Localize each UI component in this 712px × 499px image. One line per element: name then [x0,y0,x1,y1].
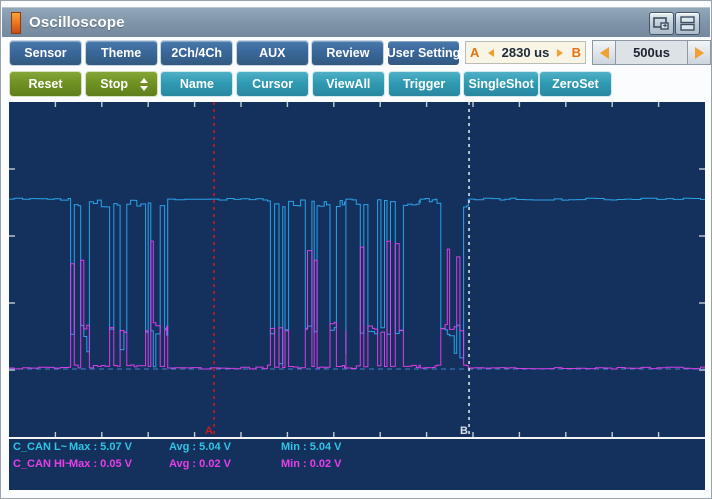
restore-window-icon [653,17,669,30]
stop-button[interactable]: Stop [84,71,158,97]
sensor-button[interactable]: Sensor [9,40,82,66]
app-icon [11,11,21,34]
user-setting-button[interactable]: User Setting [387,40,460,66]
max-measurement: Max : 0.05 V [69,458,132,470]
theme-button[interactable]: Theme [84,40,158,66]
channel-name: C_CAN L~ [13,441,68,453]
timebase-control: 500us [592,40,711,65]
reset-button[interactable]: Reset [9,71,82,97]
cursor-b-label: B [460,425,468,437]
maximize-window-icon [680,16,695,31]
cursor-a-label: A [205,425,213,437]
ab-delta-value: 2830 us [501,45,550,60]
min-measurement: Min : 0.02 V [281,458,342,470]
waveform-display[interactable]: AB [9,102,705,437]
review-button[interactable]: Review [311,40,385,66]
ab-cursor-readout: A 2830 us B [465,41,586,64]
timebase-increase-button[interactable] [687,40,711,65]
timebase-value: 500us [616,40,687,65]
measurement-panel: C_CAN L~ Max : 5.07 V Avg : 5.04 V Min :… [9,437,705,490]
max-measurement: Max : 5.07 V [69,441,132,453]
channel-name: C_CAN HI~ [13,458,72,470]
cursor-b-right-arrow-icon[interactable] [557,48,564,57]
maximize-window-button[interactable] [675,12,700,35]
cursor-b-label: B [571,45,581,60]
timebase-right-arrow-icon [694,46,704,59]
trigger-button[interactable]: Trigger [387,71,461,97]
timebase-decrease-button[interactable] [592,40,616,65]
measurement-row-can-l: C_CAN L~ Max : 5.07 V Avg : 5.04 V Min :… [9,441,705,456]
oscilloscope-window: Oscilloscope Sensor Theme 2Ch/4Ch AUX Review… [0,0,712,499]
cursor-button[interactable]: Cursor [236,71,310,97]
window-title: Oscilloscope [29,14,125,31]
viewall-button[interactable]: ViewAll [311,71,385,97]
restore-window-button[interactable] [649,12,674,35]
avg-measurement: Avg : 5.04 V [169,441,231,453]
cursor-a-left-arrow-icon[interactable] [487,48,494,57]
zeroset-button[interactable]: ZeroSet [538,71,612,97]
singleshot-button[interactable]: SingleShot [463,71,540,97]
min-measurement: Min : 5.04 V [281,441,342,453]
timebase-left-arrow-icon [599,46,609,59]
name-button[interactable]: Name [160,71,234,97]
avg-measurement: Avg : 0.02 V [169,458,231,470]
title-bar[interactable]: Oscilloscope [2,7,710,37]
measurement-row-can-hi: C_CAN HI~ Max : 0.05 V Avg : 0.02 V Min … [9,458,705,473]
spinner-up-down-icon[interactable] [139,78,148,92]
aux-button[interactable]: AUX [235,40,309,66]
2ch-4ch-button[interactable]: 2Ch/4Ch [160,40,234,66]
cursor-a-label: A [470,45,480,60]
